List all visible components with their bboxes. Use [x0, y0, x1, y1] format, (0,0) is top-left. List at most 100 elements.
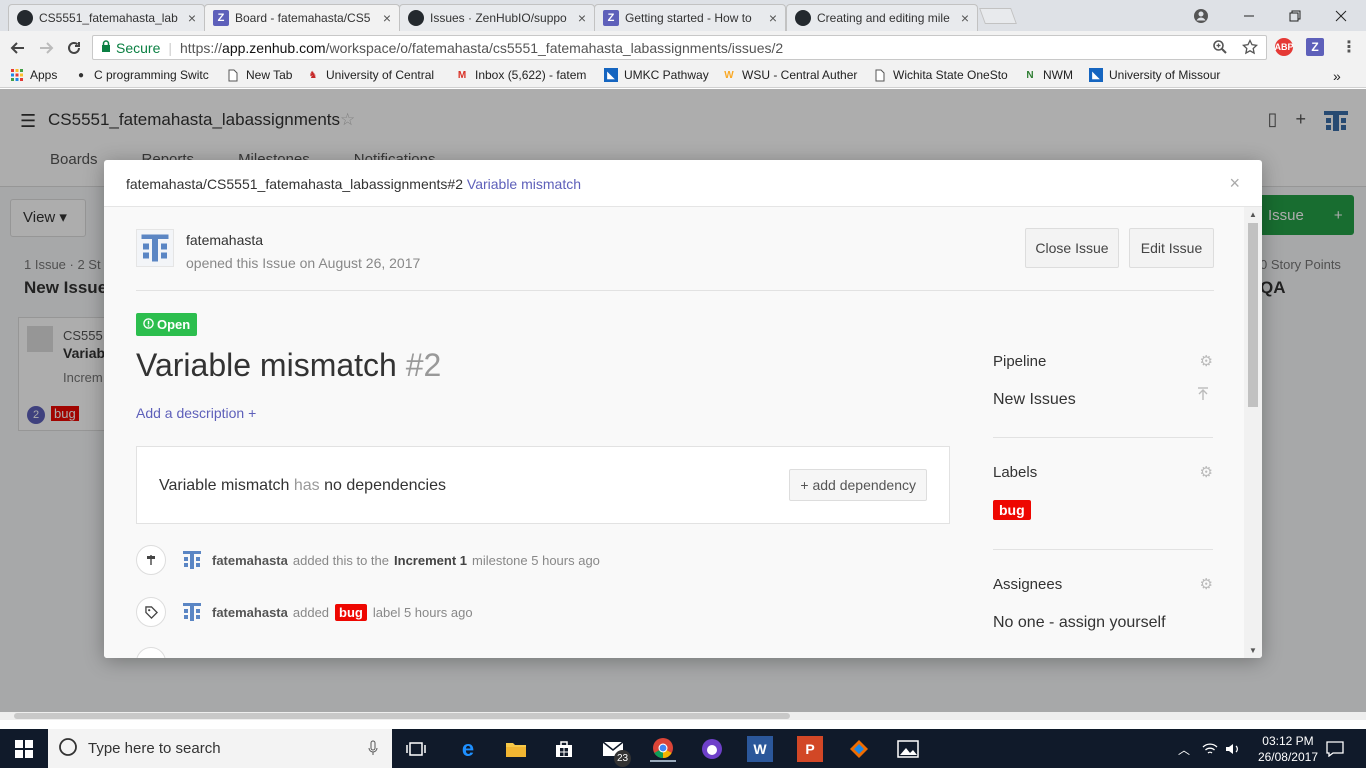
- close-icon[interactable]: ×: [188, 10, 196, 26]
- close-icon[interactable]: ×: [578, 10, 586, 26]
- close-icon[interactable]: ×: [961, 10, 969, 26]
- bookmark-c-programming[interactable]: ● C programming Switc: [74, 68, 214, 82]
- event-user[interactable]: fatemahasta: [212, 605, 288, 620]
- forward-icon[interactable]: [34, 36, 58, 60]
- scroll-down-arrow-icon[interactable]: ▼: [1249, 646, 1257, 655]
- bookmarks-bar: Apps ● C programming Switc New Tab ♞ Uni…: [0, 64, 1366, 88]
- microphone-icon[interactable]: [368, 740, 378, 760]
- profile-icon[interactable]: [1178, 0, 1224, 31]
- event-milestone[interactable]: Increment 1: [394, 553, 467, 568]
- bookmark-new-tab[interactable]: New Tab: [226, 68, 292, 82]
- horizontal-scrollbar[interactable]: [0, 712, 1366, 720]
- close-icon[interactable]: ×: [383, 10, 391, 26]
- gmail-icon: M: [457, 69, 467, 81]
- author-name[interactable]: fatemahasta: [186, 232, 263, 248]
- page-icon: [226, 68, 240, 82]
- zoom-icon[interactable]: [1212, 39, 1228, 59]
- task-view-icon[interactable]: [403, 736, 429, 762]
- photos-icon[interactable]: [895, 736, 921, 762]
- system-clock[interactable]: 03:12 PM 26/08/2017: [1258, 733, 1318, 765]
- taskbar-search-input[interactable]: Type here to search: [48, 729, 392, 768]
- browser-tab-1[interactable]: CS5551_fatemahasta_lab ×: [8, 4, 205, 31]
- bookmark-missouri[interactable]: ◣ University of Missour: [1089, 68, 1225, 82]
- status-label: Open: [157, 317, 191, 332]
- powerpoint-icon[interactable]: P: [797, 736, 823, 762]
- tab-label: CS5551_fatemahasta_lab: [39, 11, 178, 25]
- edit-issue-button[interactable]: Edit Issue: [1129, 228, 1214, 268]
- url-text: https://app.zenhub.com/workspace/o/fatem…: [180, 40, 783, 56]
- gear-icon[interactable]: ⚙: [1200, 463, 1213, 481]
- notifications-icon[interactable]: [1322, 736, 1348, 762]
- reload-icon[interactable]: [62, 36, 86, 60]
- restore-icon[interactable]: [1272, 0, 1318, 31]
- event-text: label 5 hours ago: [372, 604, 473, 620]
- tray-chevron-up-icon[interactable]: ︿: [1171, 736, 1197, 762]
- github-desktop-icon[interactable]: [699, 736, 725, 762]
- add-description-link[interactable]: Add a description +: [136, 405, 256, 421]
- issue-sidebar: Pipeline ⚙ New Issues Labels ⚙ bug Assig…: [993, 347, 1213, 631]
- browser-tab-5[interactable]: Creating and editing mile ×: [786, 4, 978, 31]
- bookmark-wsu[interactable]: W WSU - Central Auther: [722, 68, 858, 82]
- adblock-icon[interactable]: ABP: [1275, 38, 1294, 56]
- word-icon[interactable]: W: [747, 736, 773, 762]
- pipeline-label: Pipeline: [993, 353, 1047, 370]
- assignees-value[interactable]: No one - assign yourself: [993, 614, 1166, 632]
- browser-tab-4[interactable]: Z Getting started - How to ×: [594, 4, 786, 31]
- move-to-top-icon[interactable]: [1197, 387, 1209, 405]
- tab-label: Getting started - How to: [625, 11, 752, 25]
- close-issue-button[interactable]: Close Issue: [1025, 228, 1119, 268]
- window-close-icon[interactable]: [1318, 0, 1364, 31]
- clock-date: 26/08/2017: [1257, 750, 1318, 764]
- gear-icon[interactable]: ⚙: [1200, 575, 1213, 593]
- scrollbar-thumb[interactable]: [14, 713, 790, 719]
- issue-title-link[interactable]: Variable mismatch: [467, 176, 581, 192]
- zenhub-icon: Z: [603, 10, 619, 26]
- browser-tab-3[interactable]: Issues · ZenHubIO/suppo ×: [399, 4, 595, 31]
- mail-icon[interactable]: 23: [600, 736, 631, 767]
- url-path: /workspace/o/fatemahasta/cs5551_fatemaha…: [325, 39, 784, 56]
- github-icon: [408, 10, 424, 26]
- zenhub-extension-icon[interactable]: Z: [1306, 38, 1324, 56]
- bookmark-gmail[interactable]: M Inbox (5,622) - fatem: [455, 68, 590, 82]
- bookmark-nwm[interactable]: N NWM: [1023, 68, 1073, 82]
- bookmark-star-icon[interactable]: [1241, 38, 1259, 59]
- new-tab-button[interactable]: [979, 8, 1017, 24]
- paint-icon[interactable]: [846, 736, 872, 762]
- volume-icon[interactable]: [1220, 736, 1246, 762]
- scrollbar-thumb[interactable]: [1248, 223, 1258, 407]
- chrome-icon[interactable]: [650, 736, 676, 762]
- bookmarks-overflow-button[interactable]: »: [1333, 68, 1341, 84]
- browser-tab-2[interactable]: Z Board - fatemahasta/CS5 ×: [204, 4, 400, 31]
- close-icon[interactable]: ×: [769, 10, 777, 26]
- edge-icon[interactable]: e: [455, 736, 481, 762]
- minimize-icon[interactable]: [1226, 0, 1272, 31]
- issue-reference: fatemahasta/CS5551_fatemahasta_labassign…: [126, 176, 463, 192]
- close-icon[interactable]: ×: [1229, 173, 1240, 194]
- divider: [993, 437, 1213, 438]
- dependencies-text: Variable mismatch has no dependencies: [159, 477, 446, 495]
- bookmark-label: Inbox (5,622) - fatem: [475, 68, 587, 82]
- scroll-up-arrow-icon[interactable]: ▲: [1249, 210, 1257, 219]
- search-icon: [58, 737, 78, 761]
- apps-grid-icon: [10, 68, 24, 82]
- event-user[interactable]: fatemahasta: [212, 553, 288, 568]
- bookmark-label: New Tab: [246, 68, 293, 82]
- store-icon[interactable]: [551, 736, 577, 762]
- browser-toolbar: Secure | https://app.zenhub.com/workspac…: [0, 31, 1366, 64]
- file-explorer-icon[interactable]: [503, 736, 529, 762]
- bookmark-ucm[interactable]: ♞ University of Central: [306, 68, 441, 82]
- label-badge[interactable]: bug: [993, 500, 1031, 520]
- umkc-icon: ◣: [1089, 68, 1103, 82]
- lock-icon: [101, 40, 111, 55]
- bookmark-umkc[interactable]: ◣ UMKC Pathway: [604, 68, 709, 82]
- dependency-has: has: [293, 477, 320, 494]
- address-bar[interactable]: Secure | https://app.zenhub.com/workspac…: [92, 35, 1267, 60]
- menu-kebab-icon[interactable]: ⋮: [1340, 38, 1358, 56]
- gear-icon[interactable]: ⚙: [1200, 352, 1213, 370]
- bookmark-wichita[interactable]: Wichita State OneSto: [873, 68, 1009, 82]
- windows-start-icon[interactable]: [11, 736, 37, 762]
- add-dependency-button[interactable]: + add dependency: [789, 469, 927, 501]
- vertical-scrollbar[interactable]: ▲ ▼: [1244, 207, 1262, 658]
- back-icon[interactable]: [6, 36, 30, 60]
- bookmark-apps[interactable]: Apps: [10, 68, 57, 82]
